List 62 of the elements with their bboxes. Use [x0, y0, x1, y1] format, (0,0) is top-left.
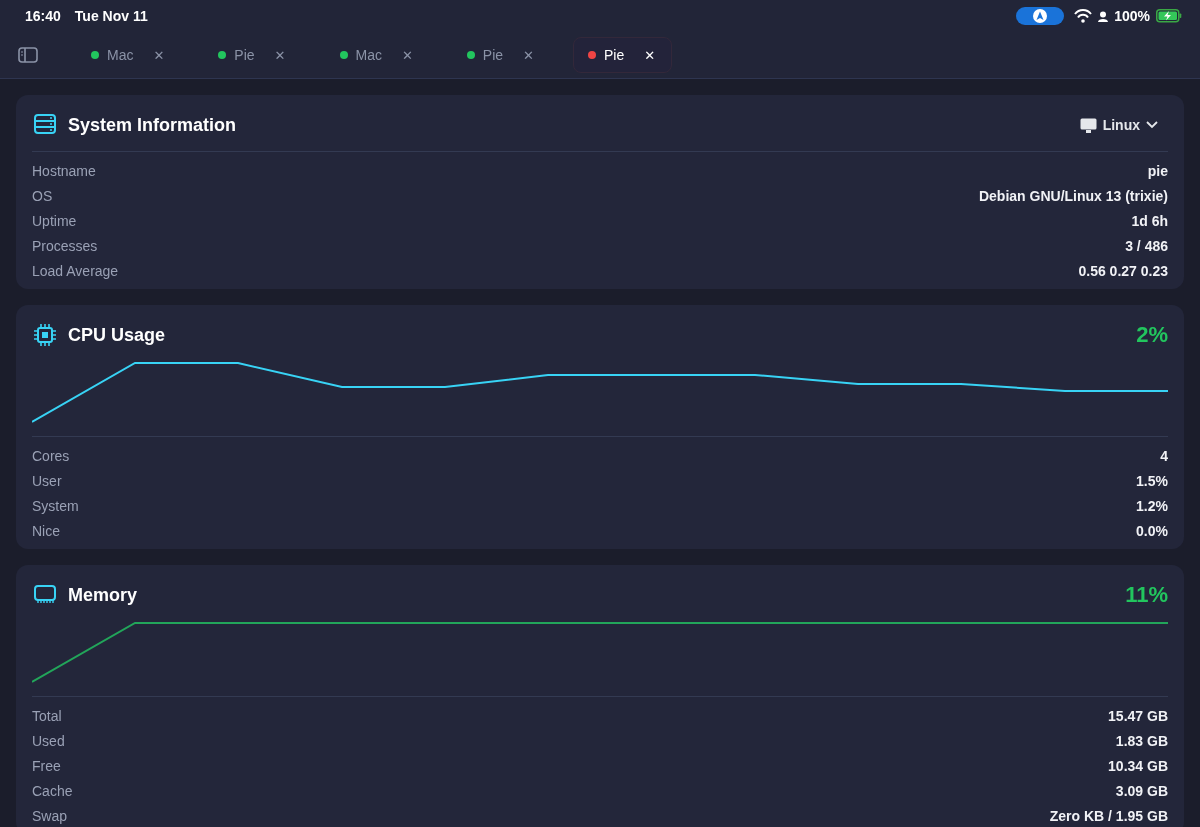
row-value: 0.56 0.27 0.23: [1078, 262, 1168, 279]
close-icon[interactable]: ✕: [274, 47, 286, 63]
row-label: Cores: [32, 447, 70, 464]
row-value: 3.09 GB: [1115, 782, 1168, 799]
sidebar-toggle-icon[interactable]: [18, 47, 38, 63]
battery-percent: 100%: [1114, 8, 1150, 24]
row-value: 3 / 486: [1125, 237, 1168, 254]
row-value: 1.83 GB: [1115, 732, 1168, 749]
row-label: Used: [32, 732, 65, 749]
close-icon[interactable]: ✕: [523, 47, 534, 63]
row-value: 4: [1160, 447, 1168, 464]
server-icon: [34, 114, 56, 136]
row-value: 15.47 GB: [1108, 707, 1168, 724]
tab-label[interactable]: Pie: [234, 47, 255, 63]
row-label: User: [32, 472, 62, 489]
row-label: Free: [32, 757, 61, 774]
row-label: Nice: [32, 522, 60, 539]
row-label: System: [32, 497, 79, 514]
wifi-icon: [1074, 9, 1093, 23]
row-value: Debian GNU/Linux 13 (trixie): [978, 187, 1168, 204]
clock-time: 16:40: [25, 8, 61, 24]
tab-label[interactable]: Pie: [482, 47, 504, 63]
row-label: Load Average: [32, 262, 119, 279]
usage-percent: 11%: [1125, 582, 1168, 608]
row-label: OS: [32, 187, 53, 204]
tab[interactable]: Mac ✕: [76, 37, 182, 73]
row-value: 1.2%: [1136, 497, 1168, 514]
row-label: Total: [32, 707, 62, 724]
date-text: Tue Nov 11: [74, 8, 148, 24]
row-label: Hostname: [32, 162, 96, 179]
close-icon[interactable]: ✕: [644, 47, 656, 63]
location-pill-icon: [1016, 7, 1065, 25]
monitor-icon: [1079, 117, 1097, 133]
row-value: 1.5%: [1136, 472, 1168, 489]
tab[interactable]: Pie ✕: [573, 37, 673, 73]
tab-label[interactable]: Mac: [107, 47, 134, 63]
row-value: 0.0%: [1136, 522, 1168, 539]
card-title: CPU Usage: [68, 324, 167, 346]
card-title: Memory: [68, 584, 139, 606]
tab-label[interactable]: Mac: [355, 47, 382, 63]
person-icon: [1098, 10, 1109, 22]
close-icon[interactable]: ✕: [401, 47, 413, 63]
tab[interactable]: Mac ✕: [324, 37, 430, 73]
tab[interactable]: Pie ✕: [203, 37, 303, 73]
tab-label[interactable]: Pie: [604, 47, 625, 63]
card-title: System Information: [68, 114, 238, 136]
chevron-down-icon: [1146, 121, 1158, 129]
row-value: 10.34 GB: [1108, 757, 1168, 774]
row-label: Cache: [32, 782, 73, 799]
tab[interactable]: Pie ✕: [451, 37, 551, 73]
usage-percent: 2%: [1136, 322, 1168, 348]
row-value: Zero KB / 1.95 GB: [1049, 807, 1168, 824]
memory-module-icon: [34, 584, 56, 606]
row-label: Swap: [32, 807, 68, 824]
row-label: Uptime: [32, 212, 77, 229]
chip-icon: [34, 324, 56, 346]
os-selector[interactable]: Linux: [1079, 117, 1158, 133]
row-label: Processes: [32, 237, 98, 254]
row-value: 1d 6h: [1131, 212, 1168, 229]
row-value: pie: [1147, 162, 1168, 179]
close-icon[interactable]: ✕: [153, 47, 165, 63]
battery-charging-icon: [1156, 9, 1182, 23]
